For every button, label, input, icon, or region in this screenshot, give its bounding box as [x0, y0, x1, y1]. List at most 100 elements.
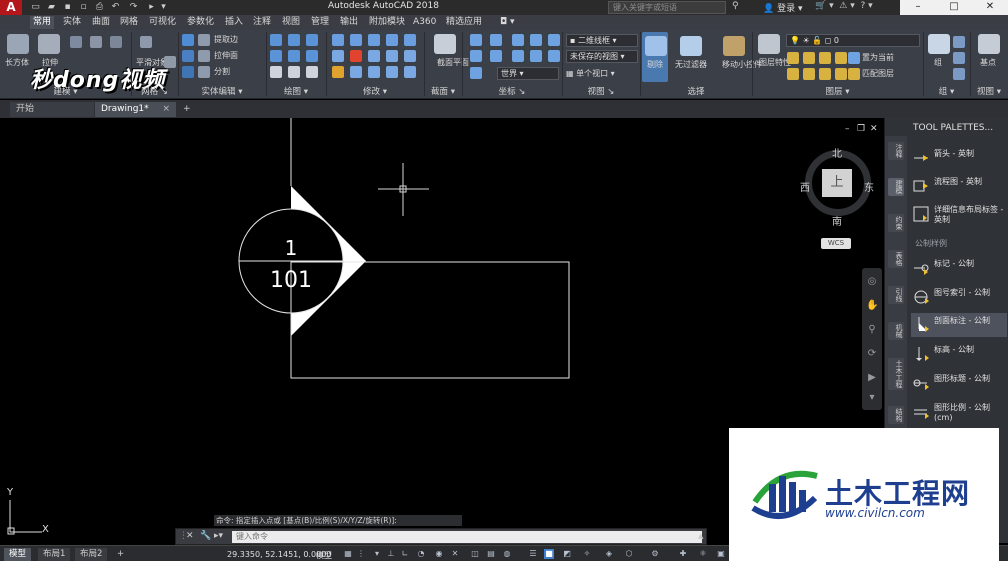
ucs-icon[interactable] — [470, 34, 482, 46]
primitive-icon[interactable] — [70, 36, 82, 48]
ucs-origin-icon[interactable] — [470, 50, 482, 62]
region-icon[interactable] — [306, 66, 318, 78]
autocad-logo-icon[interactable]: A — [0, 0, 22, 15]
no-filter-label[interactable]: 无过滤器 — [675, 60, 707, 70]
ucs-x-icon[interactable] — [530, 50, 542, 62]
print-icon[interactable]: ⎙ — [94, 2, 105, 13]
panel-title-selection[interactable]: 选择 — [640, 87, 752, 98]
palette-tab-annotation[interactable]: 注释 — [888, 142, 904, 160]
layer-lock-icon[interactable] — [835, 52, 847, 64]
compass-south[interactable]: 南 — [832, 213, 842, 228]
navbar-menu-icon[interactable]: ▾ — [866, 392, 878, 404]
open-file-icon[interactable]: ▰ — [46, 2, 57, 13]
match-layer-icon[interactable] — [848, 68, 860, 80]
tab-start[interactable]: 开始 — [10, 102, 94, 117]
arc-icon[interactable] — [270, 50, 282, 62]
single-viewport-button[interactable]: ▦ 单个视口 ▾ — [566, 69, 615, 79]
save-as-icon[interactable]: ▫ — [78, 2, 89, 13]
close-button[interactable]: ✕ — [972, 0, 1008, 15]
group-icon[interactable] — [928, 34, 950, 54]
rotate-icon[interactable] — [350, 34, 362, 46]
lineweight-icon[interactable]: ▤ — [486, 549, 496, 559]
mesh-icon[interactable] — [140, 36, 152, 48]
smooth-object-label[interactable]: 平滑对象 — [136, 58, 168, 68]
match-layer-label[interactable]: 匹配图层 — [862, 69, 894, 79]
extract-edges-icon[interactable] — [198, 34, 210, 46]
compass-east[interactable]: 东 — [864, 179, 874, 194]
trim-icon[interactable] — [368, 34, 380, 46]
panel-title-solid-edit[interactable]: 实体编辑 ▾ — [178, 87, 266, 98]
ucs-named-icon[interactable] — [490, 34, 502, 46]
base-view-icon[interactable] — [978, 34, 1000, 54]
search-input[interactable]: 键入关键字或短语 — [608, 1, 726, 14]
customize-dropdown-icon[interactable]: ▾ — [158, 2, 169, 13]
offset-icon[interactable] — [368, 66, 380, 78]
group-label[interactable]: 组 — [934, 58, 942, 68]
help-icon[interactable]: ? — [860, 1, 865, 11]
grid-icon[interactable]: ▦ — [343, 549, 353, 559]
close-tab-icon[interactable]: × — [162, 102, 170, 117]
panel-title-draw[interactable]: 绘图 ▾ — [266, 87, 326, 98]
save-icon[interactable]: ▪ — [62, 2, 73, 13]
panel-title-coords[interactable]: 坐标 ↘ — [462, 87, 562, 98]
tab-insert[interactable]: 插入 — [222, 16, 246, 29]
layer-select[interactable]: 💡 ☀ 🔓 ◻ 0 — [786, 34, 920, 47]
copy-icon[interactable] — [404, 34, 416, 46]
palette-tab-mechanical[interactable]: 机械 — [888, 322, 904, 340]
palette-item-elevation-metric[interactable]: 标高 - 公制 — [911, 342, 1007, 366]
tab-layout2[interactable]: 布局2 — [75, 548, 108, 561]
tab-home[interactable]: 常用 — [30, 16, 55, 29]
palette-item-drawing-index-metric[interactable]: 图号索引 - 公制 — [911, 285, 1007, 309]
panel-title-layers[interactable]: 图层 ▾ — [752, 87, 923, 98]
palette-tab-modeling[interactable]: 建模 — [888, 178, 904, 196]
tab-surface[interactable]: 曲面 — [89, 16, 113, 29]
panel-title-modeling[interactable]: 建模 ▾ — [0, 87, 131, 98]
command-history-toggle-icon[interactable]: ▲ — [698, 532, 703, 540]
slice-icon[interactable] — [198, 66, 210, 78]
panel-title-mesh[interactable]: 网格 ↘ — [131, 87, 178, 98]
object-snap-icon[interactable]: ◫ — [470, 549, 480, 559]
cull-label[interactable]: 剔除 — [647, 60, 663, 70]
palette-item-arrow-imperial[interactable]: 箭头 - 英制 — [911, 146, 1007, 170]
steering-wheel-icon[interactable]: ◎ — [866, 276, 878, 288]
mirror-icon[interactable] — [332, 50, 344, 62]
minimize-button[interactable]: – — [900, 0, 936, 15]
no-filter-icon[interactable] — [680, 36, 702, 56]
pan-icon[interactable]: ✋ — [866, 300, 878, 312]
layer-unlock-icon[interactable] — [835, 68, 847, 80]
polyline-icon[interactable] — [288, 34, 300, 46]
orbit-icon[interactable]: ⟳ — [866, 348, 878, 360]
extrude-face-icon[interactable] — [198, 50, 210, 62]
palette-tab-civil[interactable]: 土木工程 — [888, 358, 904, 390]
annotation-scale-icon[interactable]: ⬡ — [624, 549, 634, 559]
move-gizmo-icon[interactable] — [723, 36, 745, 56]
units-icon[interactable]: ⚛ — [698, 549, 708, 559]
explode-icon[interactable] — [350, 66, 362, 78]
selection-cycling-icon[interactable]: ☰ — [528, 549, 538, 559]
move-gizmo-label[interactable]: 移动小控件 — [722, 60, 762, 70]
model-space-button[interactable]: 模型 — [316, 550, 332, 561]
cull-icon[interactable] — [645, 36, 667, 56]
share-icon[interactable]: ▸ — [146, 2, 157, 13]
section-plane-label[interactable]: 截面平面 — [437, 58, 469, 68]
join-icon[interactable] — [386, 66, 398, 78]
redo-icon[interactable]: ↷ — [128, 2, 139, 13]
ucs-zaxis-icon[interactable] — [490, 50, 502, 62]
tab-output[interactable]: 输出 — [337, 16, 361, 29]
extrude-face-label[interactable]: 拉伸面 — [214, 51, 238, 61]
extrude-icon[interactable] — [38, 34, 60, 54]
palette-item-detail-label-imperial[interactable]: 详细信息布局标签 - 英制 — [911, 202, 1007, 232]
solid-icon[interactable] — [90, 36, 102, 48]
ucs-world-icon[interactable] — [512, 34, 524, 46]
move-icon[interactable] — [332, 34, 344, 46]
set-current-label[interactable]: 置为当前 — [862, 53, 894, 63]
fillet-icon[interactable] — [350, 50, 362, 62]
ellipse-icon[interactable] — [306, 50, 318, 62]
wcs-menu-button[interactable]: WCS — [821, 238, 851, 249]
tab-extra-dropdown-icon[interactable]: ◘ ▾ — [497, 16, 518, 29]
mesh-tool-icon[interactable] — [164, 56, 176, 68]
ucs-3point-icon[interactable] — [512, 50, 524, 62]
palette-item-marker-metric[interactable]: 标记 - 公制 — [911, 256, 1007, 280]
exchange-icon[interactable]: 🛒 ▾ ⚠ ▾ ? ▾ — [815, 1, 873, 11]
group-select-icon[interactable] — [953, 68, 965, 80]
